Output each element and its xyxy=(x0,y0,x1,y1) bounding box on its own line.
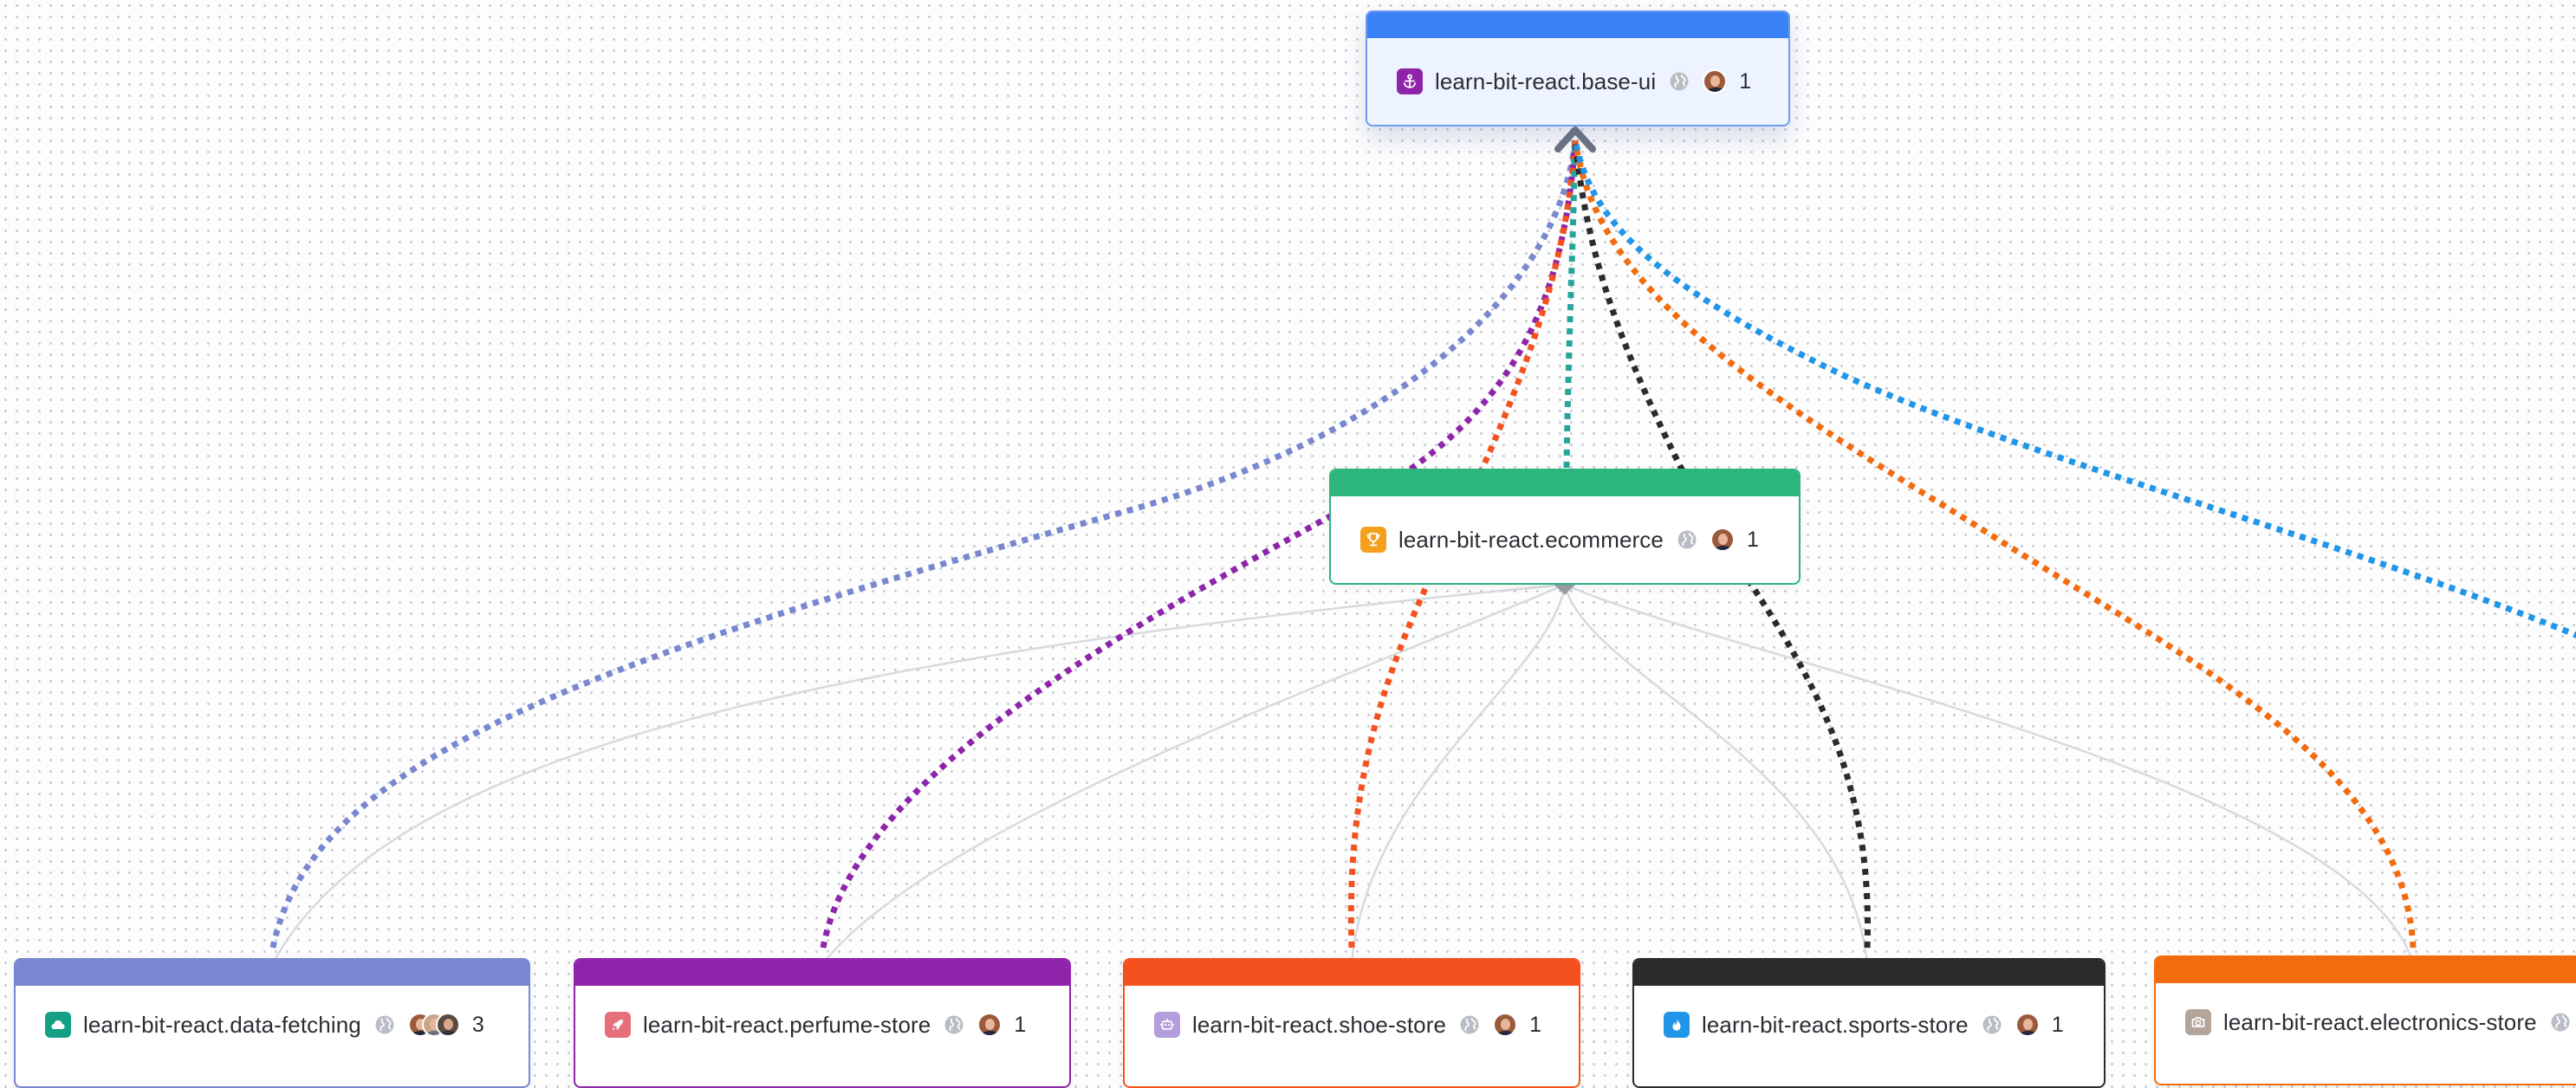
contributor-count: 3 xyxy=(471,1012,484,1037)
contributors xyxy=(407,1013,460,1037)
node-content: learn-bit-react.electronics-store xyxy=(2156,983,2576,1061)
node-color-bar xyxy=(575,960,1069,986)
camera-icon xyxy=(2185,1009,2211,1035)
avatar xyxy=(977,1013,1002,1037)
contributor-count: 1 xyxy=(2051,1012,2064,1037)
contributor-count: 1 xyxy=(1746,527,1759,552)
node-data-fetching[interactable]: learn-bit-react.data-fetching 3 xyxy=(14,958,530,1088)
globe-icon xyxy=(375,1015,394,1034)
node-color-bar xyxy=(16,960,529,986)
node-electronics-store[interactable]: learn-bit-react.electronics-store xyxy=(2154,955,2576,1085)
node-name: learn-bit-react.perfume-store xyxy=(643,1011,931,1038)
globe-icon xyxy=(1677,530,1697,549)
contributors xyxy=(1493,1013,1518,1037)
globe-icon xyxy=(1460,1015,1479,1034)
node-content: learn-bit-react.shoe-store 1 xyxy=(1125,986,1579,1064)
node-ecommerce[interactable]: learn-bit-react.ecommerce 1 xyxy=(1329,469,1801,585)
trophy-icon xyxy=(1360,527,1386,553)
node-base-ui[interactable]: learn-bit-react.base-ui 1 xyxy=(1366,10,1790,126)
robot-icon xyxy=(1154,1012,1180,1038)
node-name: learn-bit-react.shoe-store xyxy=(1192,1011,1447,1038)
contributors xyxy=(1703,69,1728,94)
node-color-bar xyxy=(1125,960,1579,986)
node-sports-store[interactable]: learn-bit-react.sports-store 1 xyxy=(1632,958,2106,1088)
node-content: learn-bit-react.base-ui 1 xyxy=(1367,38,1788,125)
node-content: learn-bit-react.sports-store 1 xyxy=(1634,986,2104,1064)
globe-icon xyxy=(2551,1013,2570,1032)
node-color-bar xyxy=(2156,957,2576,983)
avatar xyxy=(2015,1013,2040,1037)
globe-icon xyxy=(1670,72,1689,91)
node-content: learn-bit-react.ecommerce 1 xyxy=(1331,496,1799,583)
contributors xyxy=(2015,1013,2040,1037)
anchor-icon xyxy=(1397,68,1423,94)
node-shoe-store[interactable]: learn-bit-react.shoe-store 1 xyxy=(1123,958,1580,1088)
node-color-bar xyxy=(1634,960,2104,986)
rocket-icon xyxy=(605,1012,631,1038)
contributor-count: 1 xyxy=(1014,1012,1027,1037)
globe-icon xyxy=(944,1015,964,1034)
avatar xyxy=(1493,1013,1518,1037)
avatar xyxy=(1703,69,1728,94)
node-name: learn-bit-react.base-ui xyxy=(1435,68,1657,94)
node-color-bar xyxy=(1367,12,1788,38)
node-color-bar xyxy=(1331,470,1799,496)
contributor-count: 1 xyxy=(1529,1012,1541,1037)
avatar xyxy=(435,1013,460,1037)
node-perfume-store[interactable]: learn-bit-react.perfume-store 1 xyxy=(574,958,1071,1088)
node-name: learn-bit-react.ecommerce xyxy=(1398,526,1664,553)
edges-to-ecommerce xyxy=(271,583,2415,964)
avatar xyxy=(1710,528,1735,552)
contributors xyxy=(1710,528,1735,552)
node-name: learn-bit-react.sports-store xyxy=(1702,1011,1969,1038)
edge-shoe-store-to-ecommerce xyxy=(1350,584,1567,964)
node-content: learn-bit-react.perfume-store 1 xyxy=(575,986,1069,1064)
contributor-count: 1 xyxy=(1739,68,1752,94)
edge-data-fetching-to-ecommerce xyxy=(271,583,1566,964)
edge-electronics-store-to-ecommerce xyxy=(1564,583,2415,964)
node-name: learn-bit-react.data-fetching xyxy=(83,1011,361,1038)
node-content: learn-bit-react.data-fetching 3 xyxy=(16,986,529,1064)
globe-icon xyxy=(1982,1015,2002,1034)
edge-sports-store-to-ecommerce xyxy=(1563,584,1869,964)
flame-icon xyxy=(1664,1012,1690,1038)
contributors xyxy=(977,1013,1002,1037)
cloud-icon xyxy=(45,1012,71,1038)
dependency-edges xyxy=(269,126,2576,964)
node-name: learn-bit-react.electronics-store xyxy=(2223,1008,2537,1035)
